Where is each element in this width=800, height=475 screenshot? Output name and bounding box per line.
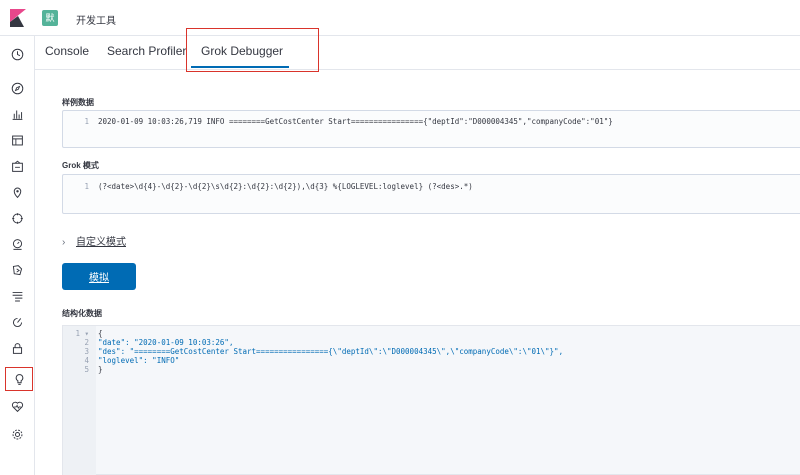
side-navigation (0, 36, 35, 475)
kibana-app: 默 开发工具 Console Search Profiler Grok Debu… (0, 0, 800, 475)
siem-icon[interactable] (9, 340, 25, 356)
apm-icon[interactable] (9, 262, 25, 278)
space-avatar[interactable]: 默 (42, 10, 58, 26)
line-text: "date": "2020-01-09 10:03:26", (98, 338, 234, 347)
bar-chart-icon[interactable] (9, 106, 25, 122)
line-number: 4 (84, 356, 89, 365)
structured-data-label: 结构化数据 (62, 309, 102, 318)
tab-console[interactable]: Console (45, 44, 89, 58)
sample-data-label: 样例数据 (62, 98, 94, 107)
custom-patterns-label: 自定义模式 (76, 237, 126, 248)
dashboard-icon[interactable] (9, 132, 25, 148)
line-text: } (98, 365, 103, 374)
dev-tools-icon[interactable] (5, 367, 33, 391)
line-text: { (98, 329, 103, 338)
grok-pattern-editor[interactable]: 1 (?<date>\d{4}-\d{2}-\d{2}\s\d{2}:\d{2}… (62, 174, 800, 214)
tab-search-profiler[interactable]: Search Profiler (107, 44, 186, 58)
page-title: 开发工具 (76, 16, 116, 27)
line-number[interactable]: 1 ▾ (63, 329, 89, 338)
simulate-button[interactable]: 模拟 (62, 263, 136, 290)
line-number: 2 (84, 338, 89, 347)
line-text: "loglevel": "INFO" (98, 356, 180, 365)
structured-data-output[interactable]: 1 ▾ { 2 "date": "2020-01-09 10:03:26", 3… (62, 325, 800, 475)
map-icon[interactable] (9, 184, 25, 200)
line-number: 1 (84, 117, 89, 126)
top-header: 默 开发工具 (0, 0, 800, 36)
custom-patterns-toggle[interactable]: › 自定义模式 (62, 233, 126, 248)
metrics-icon[interactable] (9, 236, 25, 252)
grok-pattern-label: Grok 模式 (62, 161, 99, 170)
ml-icon[interactable] (9, 210, 25, 226)
chevron-right-icon: › (62, 237, 66, 248)
sample-data-editor[interactable]: 1 2020-01-09 10:03:26,719 INFO ========G… (62, 110, 800, 148)
line-number: 5 (84, 365, 89, 374)
gear-icon[interactable] (9, 426, 25, 442)
line-number: 1 (84, 182, 89, 191)
kibana-logo-icon[interactable] (10, 9, 26, 27)
clock-icon[interactable] (9, 46, 25, 62)
line-number: 3 (84, 347, 89, 356)
grok-debugger-panel: 样例数据 1 2020-01-09 10:03:26,719 INFO ====… (35, 70, 800, 475)
monitoring-icon[interactable] (9, 398, 25, 414)
line-text: 2020-01-09 10:03:26,719 INFO ========Get… (98, 117, 613, 126)
uptime-icon[interactable] (9, 314, 25, 330)
dev-tools-tabs: Console Search Profiler Grok Debugger (35, 36, 800, 70)
line-text: "des": "========GetCostCenter Start=====… (98, 347, 564, 356)
logs-icon[interactable] (9, 288, 25, 304)
canvas-icon[interactable] (9, 158, 25, 174)
tab-highlight-box (186, 28, 319, 72)
compass-icon[interactable] (9, 80, 25, 96)
line-text: (?<date>\d{4}-\d{2}-\d{2}\s\d{2}:\d{2}:\… (98, 182, 473, 191)
